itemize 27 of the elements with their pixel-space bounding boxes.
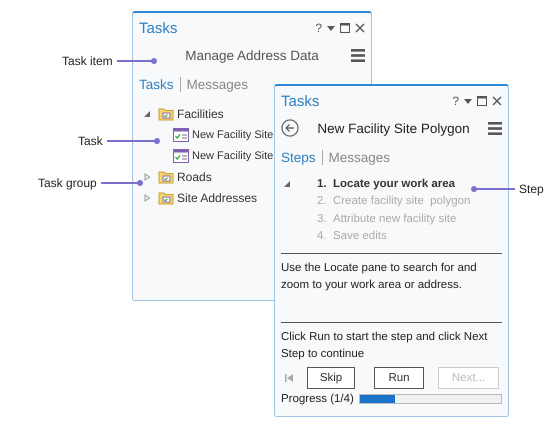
task[interactable]: New Facility Site <box>192 150 274 162</box>
task-group[interactable]: Roads <box>177 170 212 184</box>
task-group[interactable]: Facilities <box>177 106 224 120</box>
step-button[interactable]: Skip <box>307 367 355 389</box>
callout-label: Task group <box>38 176 97 190</box>
progress-label: Progress (1/4) <box>281 393 354 405</box>
tab[interactable]: Tasks <box>139 76 174 92</box>
step-number: 2. <box>317 195 328 208</box>
step-number: 4. <box>317 230 328 242</box>
help-icon[interactable]: ? <box>452 94 459 108</box>
task[interactable]: New Facility Site <box>192 128 274 140</box>
step[interactable]: Locate your work area <box>333 178 456 190</box>
callout-label: Task item <box>62 54 113 68</box>
callout-label: Task <box>78 134 103 148</box>
step-number: 3. <box>317 212 328 225</box>
callout-label: Step <box>519 182 544 196</box>
task-item-title: Manage Address Data <box>184 48 320 62</box>
tab[interactable]: Steps <box>281 150 316 164</box>
pane-title: Tasks <box>281 92 320 110</box>
pane-title: Tasks <box>139 20 178 36</box>
step-number: 1. <box>317 178 328 190</box>
run-prompt: Click Run to start the step and click Next Step to continue <box>280 330 488 362</box>
task-group[interactable]: Site Addresses <box>177 190 258 204</box>
help-icon[interactable]: ? <box>315 21 322 35</box>
step-button[interactable]: Run <box>374 367 424 389</box>
task-title: New Facility Site Polygon <box>316 120 471 136</box>
step-instructions: Use the Locate pane to search for and zoom to your work area or address. <box>280 261 478 293</box>
